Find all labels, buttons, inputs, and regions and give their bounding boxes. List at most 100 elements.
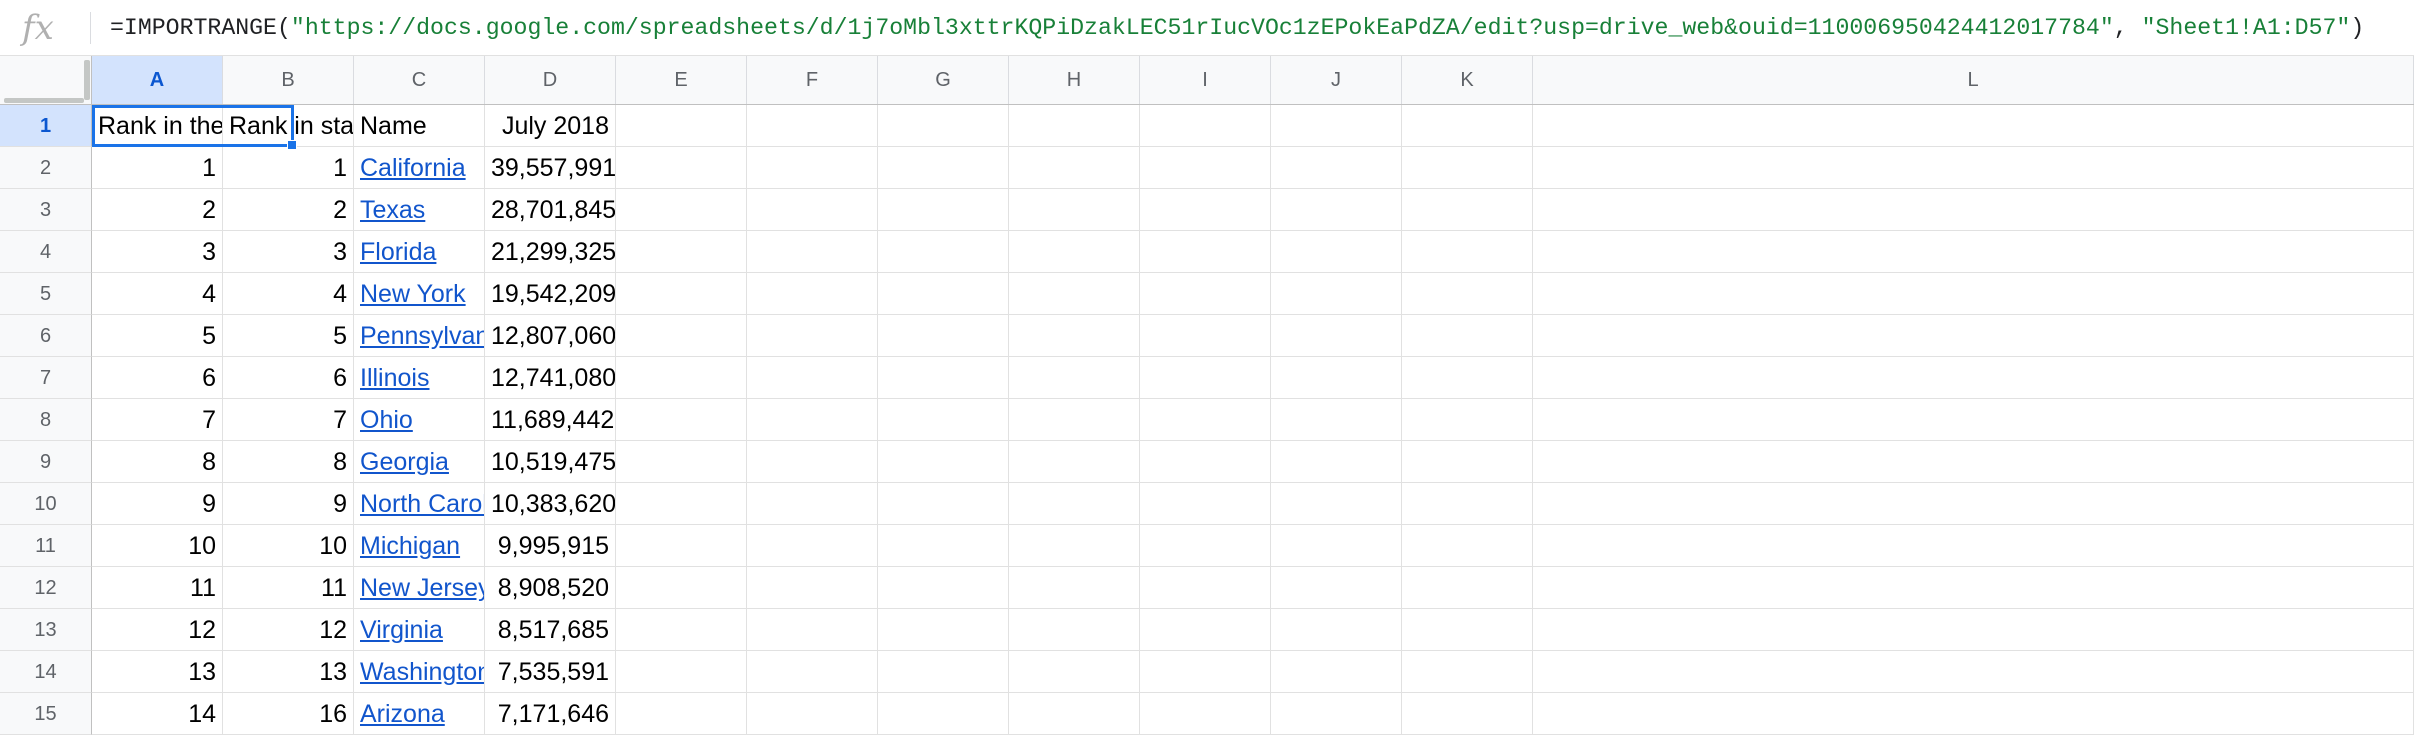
cell-i7[interactable] <box>1140 357 1271 399</box>
column-header-c[interactable]: C <box>354 56 485 104</box>
cell-e14[interactable] <box>616 651 747 693</box>
cell-g12[interactable] <box>878 567 1009 609</box>
cell-h6[interactable] <box>1009 315 1140 357</box>
cell-k3[interactable] <box>1402 189 1533 231</box>
row-header[interactable]: 13 <box>0 609 92 651</box>
cell-e3[interactable] <box>616 189 747 231</box>
cell-a12[interactable]: 11 <box>92 567 223 609</box>
cell-h15[interactable] <box>1009 693 1140 735</box>
cell-b4[interactable]: 3 <box>223 231 354 273</box>
cell-j14[interactable] <box>1271 651 1402 693</box>
cell-e9[interactable] <box>616 441 747 483</box>
cell-b15[interactable]: 16 <box>223 693 354 735</box>
row-header[interactable]: 14 <box>0 651 92 693</box>
cell-a6[interactable]: 5 <box>92 315 223 357</box>
fill-handle[interactable] <box>287 140 297 150</box>
state-link[interactable]: Ohio <box>360 406 413 434</box>
cell-k8[interactable] <box>1402 399 1533 441</box>
column-header-f[interactable]: F <box>747 56 878 104</box>
cell-d10[interactable]: 10,383,620 <box>485 483 616 525</box>
cell-i12[interactable] <box>1140 567 1271 609</box>
column-header-j[interactable]: J <box>1271 56 1402 104</box>
cell-h12[interactable] <box>1009 567 1140 609</box>
cell-a8[interactable]: 7 <box>92 399 223 441</box>
cell-l2[interactable] <box>1533 147 2414 189</box>
cell-j7[interactable] <box>1271 357 1402 399</box>
cell-g13[interactable] <box>878 609 1009 651</box>
cell-g14[interactable] <box>878 651 1009 693</box>
cell-e4[interactable] <box>616 231 747 273</box>
cell-j11[interactable] <box>1271 525 1402 567</box>
column-header-e[interactable]: E <box>616 56 747 104</box>
cell-c10[interactable]: North Carolina <box>354 483 485 525</box>
cell-l6[interactable] <box>1533 315 2414 357</box>
cell-f1[interactable] <box>747 105 878 147</box>
cell-g7[interactable] <box>878 357 1009 399</box>
cell-g11[interactable] <box>878 525 1009 567</box>
cell-b8[interactable]: 7 <box>223 399 354 441</box>
cell-h7[interactable] <box>1009 357 1140 399</box>
cell-f12[interactable] <box>747 567 878 609</box>
state-link[interactable]: Arizona <box>360 700 445 728</box>
state-link[interactable]: California <box>360 154 466 182</box>
cell-h14[interactable] <box>1009 651 1140 693</box>
select-all-corner[interactable] <box>0 56 92 104</box>
cell-c14[interactable]: Washington <box>354 651 485 693</box>
cell-d12[interactable]: 8,908,520 <box>485 567 616 609</box>
cell-i5[interactable] <box>1140 273 1271 315</box>
cell-f8[interactable] <box>747 399 878 441</box>
cell-j4[interactable] <box>1271 231 1402 273</box>
cell-k14[interactable] <box>1402 651 1533 693</box>
freeze-column-handle[interactable] <box>84 60 90 100</box>
cell-c2[interactable]: California <box>354 147 485 189</box>
cell-f10[interactable] <box>747 483 878 525</box>
column-header-i[interactable]: I <box>1140 56 1271 104</box>
cell-j8[interactable] <box>1271 399 1402 441</box>
row-header[interactable]: 8 <box>0 399 92 441</box>
cell-d1[interactable]: July 2018 <box>485 105 616 147</box>
cell-b13[interactable]: 12 <box>223 609 354 651</box>
cell-l10[interactable] <box>1533 483 2414 525</box>
column-header-a[interactable]: A <box>92 56 223 104</box>
cell-j12[interactable] <box>1271 567 1402 609</box>
row-header[interactable]: 12 <box>0 567 92 609</box>
cell-i13[interactable] <box>1140 609 1271 651</box>
state-link[interactable]: Virginia <box>360 616 443 644</box>
cell-c3[interactable]: Texas <box>354 189 485 231</box>
row-header[interactable]: 6 <box>0 315 92 357</box>
cell-e1[interactable] <box>616 105 747 147</box>
cell-h10[interactable] <box>1009 483 1140 525</box>
cell-f11[interactable] <box>747 525 878 567</box>
cell-l14[interactable] <box>1533 651 2414 693</box>
cell-a10[interactable]: 9 <box>92 483 223 525</box>
cell-k6[interactable] <box>1402 315 1533 357</box>
cell-h4[interactable] <box>1009 231 1140 273</box>
formula-bar[interactable]: fx =IMPORTRANGE("https://docs.google.com… <box>0 0 2414 56</box>
cell-f3[interactable] <box>747 189 878 231</box>
cell-i1[interactable] <box>1140 105 1271 147</box>
cell-i10[interactable] <box>1140 483 1271 525</box>
cell-c5[interactable]: New York <box>354 273 485 315</box>
cell-g4[interactable] <box>878 231 1009 273</box>
cell-c7[interactable]: Illinois <box>354 357 485 399</box>
cell-i14[interactable] <box>1140 651 1271 693</box>
cell-e2[interactable] <box>616 147 747 189</box>
state-link[interactable]: Texas <box>360 196 425 224</box>
cell-j1[interactable] <box>1271 105 1402 147</box>
row-header[interactable]: 5 <box>0 273 92 315</box>
cell-a9[interactable]: 8 <box>92 441 223 483</box>
cell-i11[interactable] <box>1140 525 1271 567</box>
cell-e15[interactable] <box>616 693 747 735</box>
cell-c1[interactable]: Name <box>354 105 485 147</box>
cell-f7[interactable] <box>747 357 878 399</box>
cell-a11[interactable]: 10 <box>92 525 223 567</box>
cell-l1[interactable] <box>1533 105 2414 147</box>
cell-b9[interactable]: 8 <box>223 441 354 483</box>
cell-e10[interactable] <box>616 483 747 525</box>
cell-g5[interactable] <box>878 273 1009 315</box>
cell-h2[interactable] <box>1009 147 1140 189</box>
cell-h5[interactable] <box>1009 273 1140 315</box>
cell-g9[interactable] <box>878 441 1009 483</box>
cell-a14[interactable]: 13 <box>92 651 223 693</box>
cell-d7[interactable]: 12,741,080 <box>485 357 616 399</box>
